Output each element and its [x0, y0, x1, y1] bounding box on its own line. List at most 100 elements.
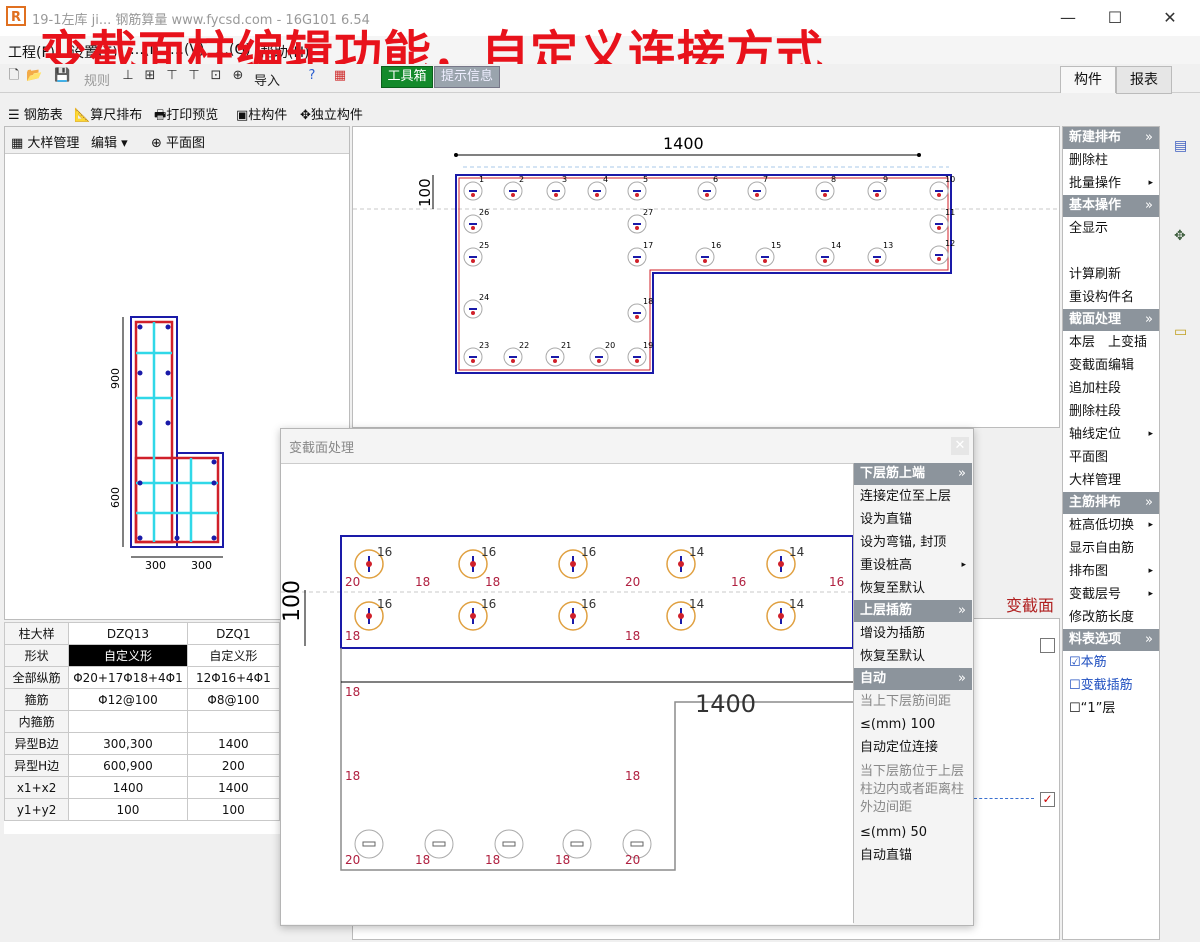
dialog-rebar-marker[interactable]: 14: [666, 545, 704, 579]
menu-item[interactable]: 变截层号 ▸: [1063, 583, 1159, 606]
hint-button[interactable]: 提示信息: [434, 66, 500, 88]
maximize-icon[interactable]: ☐: [1100, 6, 1130, 30]
tab-reports[interactable]: 报表: [1116, 66, 1172, 94]
menu-item[interactable]: 设为弯锚, 封顶: [854, 531, 972, 554]
rebar-marker[interactable]: 5: [627, 175, 648, 201]
collapse-chevron-icon[interactable]: »: [1145, 195, 1153, 217]
tool-icon-c[interactable]: ⊤: [164, 68, 180, 84]
rebar-marker[interactable]: 21: [545, 341, 571, 367]
menu-item[interactable]: 计算刷新: [1063, 263, 1159, 286]
minimize-icon[interactable]: —: [1053, 6, 1083, 30]
dialog-rebar-marker[interactable]: 16: [558, 597, 596, 631]
rebar-marker[interactable]: 13: [867, 241, 893, 267]
rebar-marker[interactable]: 3: [546, 175, 567, 201]
rebar-marker[interactable]: 14: [815, 241, 841, 267]
menu-item[interactable]: 增设为插筋: [854, 622, 972, 645]
rebar-marker[interactable]: 19: [627, 341, 653, 367]
menu-item[interactable]: 自动定位连接: [854, 736, 972, 759]
menu-item[interactable]: 自动直锚: [854, 844, 972, 867]
menu-item[interactable]: 全显示: [1063, 217, 1159, 240]
table-row[interactable]: 异型H边 600,900 200: [4, 754, 280, 777]
palette-icon[interactable]: ▦: [332, 68, 348, 84]
collapse-chevron-icon[interactable]: »: [1145, 629, 1153, 651]
rebar-marker[interactable]: 23: [463, 341, 489, 367]
rebar-marker[interactable]: 24: [463, 293, 489, 319]
menu-item[interactable]: 追加柱段: [1063, 377, 1159, 400]
menu-item[interactable]: 变截面编辑: [1063, 354, 1159, 377]
side-checkbox-1[interactable]: [1040, 638, 1055, 653]
tool-icon-e[interactable]: ⊡: [208, 68, 224, 84]
menu-item[interactable]: 桩高低切换 ▸: [1063, 514, 1159, 537]
table-row[interactable]: 异型B边 300,300 1400: [4, 732, 280, 755]
menu-section-header[interactable]: 基本操作 »: [1063, 195, 1159, 217]
tool-icon-b[interactable]: ⊞: [142, 68, 158, 84]
menu-item[interactable]: 排布图 ▸: [1063, 560, 1159, 583]
menu-item[interactable]: 修改筋长度: [1063, 606, 1159, 629]
rebar-marker[interactable]: 7: [747, 175, 768, 201]
menu-item[interactable]: ☐变截插筋: [1063, 674, 1159, 697]
tool-icon-f[interactable]: ⊕: [230, 68, 246, 84]
table-row[interactable]: 内箍筋: [4, 710, 280, 733]
import-button[interactable]: 导入: [254, 70, 280, 89]
table-row[interactable]: 全部纵筋 Φ20+17Φ18+4Φ1 12Φ16+4Φ1: [4, 666, 280, 689]
component-strip-icon[interactable]: ▤: [1174, 138, 1187, 154]
rebar-marker[interactable]: 17: [627, 241, 653, 267]
menu-item[interactable]: 恢复至默认: [854, 577, 972, 600]
table-row[interactable]: 形状 自定义形 自定义形: [4, 644, 280, 667]
menu-item[interactable]: ☐“1”层: [1063, 697, 1159, 720]
menu-item[interactable]: [1063, 240, 1159, 263]
menu-section-header[interactable]: 自动 »: [854, 668, 972, 690]
detail-manage-button[interactable]: ▦ 大样管理: [11, 132, 79, 151]
menu-item[interactable]: 批量操作 ▸: [1063, 172, 1159, 195]
menu-item[interactable]: 连接定位至上层: [854, 485, 972, 508]
menu-item[interactable]: 大样管理: [1063, 469, 1159, 492]
collapse-chevron-icon[interactable]: »: [1145, 492, 1153, 514]
rebar-table-tab[interactable]: ☰ 钢筋表: [8, 104, 63, 123]
menu-item[interactable]: 轴线定位 ▸: [1063, 423, 1159, 446]
dialog-close-icon[interactable]: ✕: [951, 437, 969, 455]
menu-item[interactable]: 重设桩高 ▸: [854, 554, 972, 577]
collapse-chevron-icon[interactable]: »: [958, 668, 966, 690]
rebar-marker[interactable]: 22: [503, 341, 529, 367]
dialog-rebar-marker[interactable]: 16: [354, 597, 392, 631]
menu-item[interactable]: 显示自由筋: [1063, 537, 1159, 560]
collapse-chevron-icon[interactable]: »: [958, 600, 966, 622]
tool-icon-d[interactable]: ⊤: [186, 68, 202, 84]
collapse-chevron-icon[interactable]: »: [958, 463, 966, 485]
plan-view-button[interactable]: ⊕ 平面图: [151, 132, 205, 151]
table-row[interactable]: y1+y2 100 100: [4, 798, 280, 821]
menu-section-header[interactable]: 上层插筋 »: [854, 600, 972, 622]
menu-section-header[interactable]: 新建排布 »: [1063, 127, 1159, 149]
rebar-marker[interactable]: 1: [463, 175, 484, 201]
menu-section-header[interactable]: 主筋排布 »: [1063, 492, 1159, 514]
dialog-rebar-marker[interactable]: 14: [666, 597, 704, 631]
rebar-marker[interactable]: 27: [627, 208, 653, 234]
column-component-tab[interactable]: ▣柱构件: [236, 104, 287, 123]
rebar-marker[interactable]: 8: [815, 175, 836, 201]
rebar-marker[interactable]: 18: [627, 297, 653, 323]
rebar-marker[interactable]: 4: [587, 175, 608, 201]
toolbox-button[interactable]: 工具箱: [381, 66, 433, 88]
menu-item[interactable]: 设为直锚: [854, 508, 972, 531]
menu-section-header[interactable]: 下层筋上端 »: [854, 463, 972, 485]
table-row[interactable]: 箍筋 Φ12@100 Φ8@100: [4, 688, 280, 711]
menu-section-header[interactable]: 料表选项 »: [1063, 629, 1159, 651]
menu-item[interactable]: 平面图: [1063, 446, 1159, 469]
dialog-rebar-marker[interactable]: 14: [766, 597, 804, 631]
rebar-marker[interactable]: 9: [867, 175, 888, 201]
rebar-marker[interactable]: 25: [463, 241, 489, 267]
move-strip-icon[interactable]: ✥: [1174, 228, 1186, 244]
edit-dropdown[interactable]: 编辑 ▾: [91, 132, 128, 151]
menu-item[interactable]: 恢复至默认: [854, 645, 972, 668]
tool-icon-a[interactable]: ⊥: [120, 68, 136, 84]
new-file-icon[interactable]: 🗋: [6, 68, 22, 84]
menu-item[interactable]: ≤(mm) 100: [854, 713, 972, 736]
dialog-rebar-marker[interactable]: 16: [354, 545, 392, 579]
independent-component-tab[interactable]: ✥独立构件: [300, 104, 363, 123]
collapse-chevron-icon[interactable]: »: [1145, 127, 1153, 149]
menu-item[interactable]: 本层 上变插: [1063, 331, 1159, 354]
rebar-marker[interactable]: 26: [463, 208, 489, 234]
rebar-marker[interactable]: 16: [695, 241, 721, 267]
rebar-marker[interactable]: 20: [589, 341, 615, 367]
menu-item[interactable]: ☑本筋: [1063, 651, 1159, 674]
